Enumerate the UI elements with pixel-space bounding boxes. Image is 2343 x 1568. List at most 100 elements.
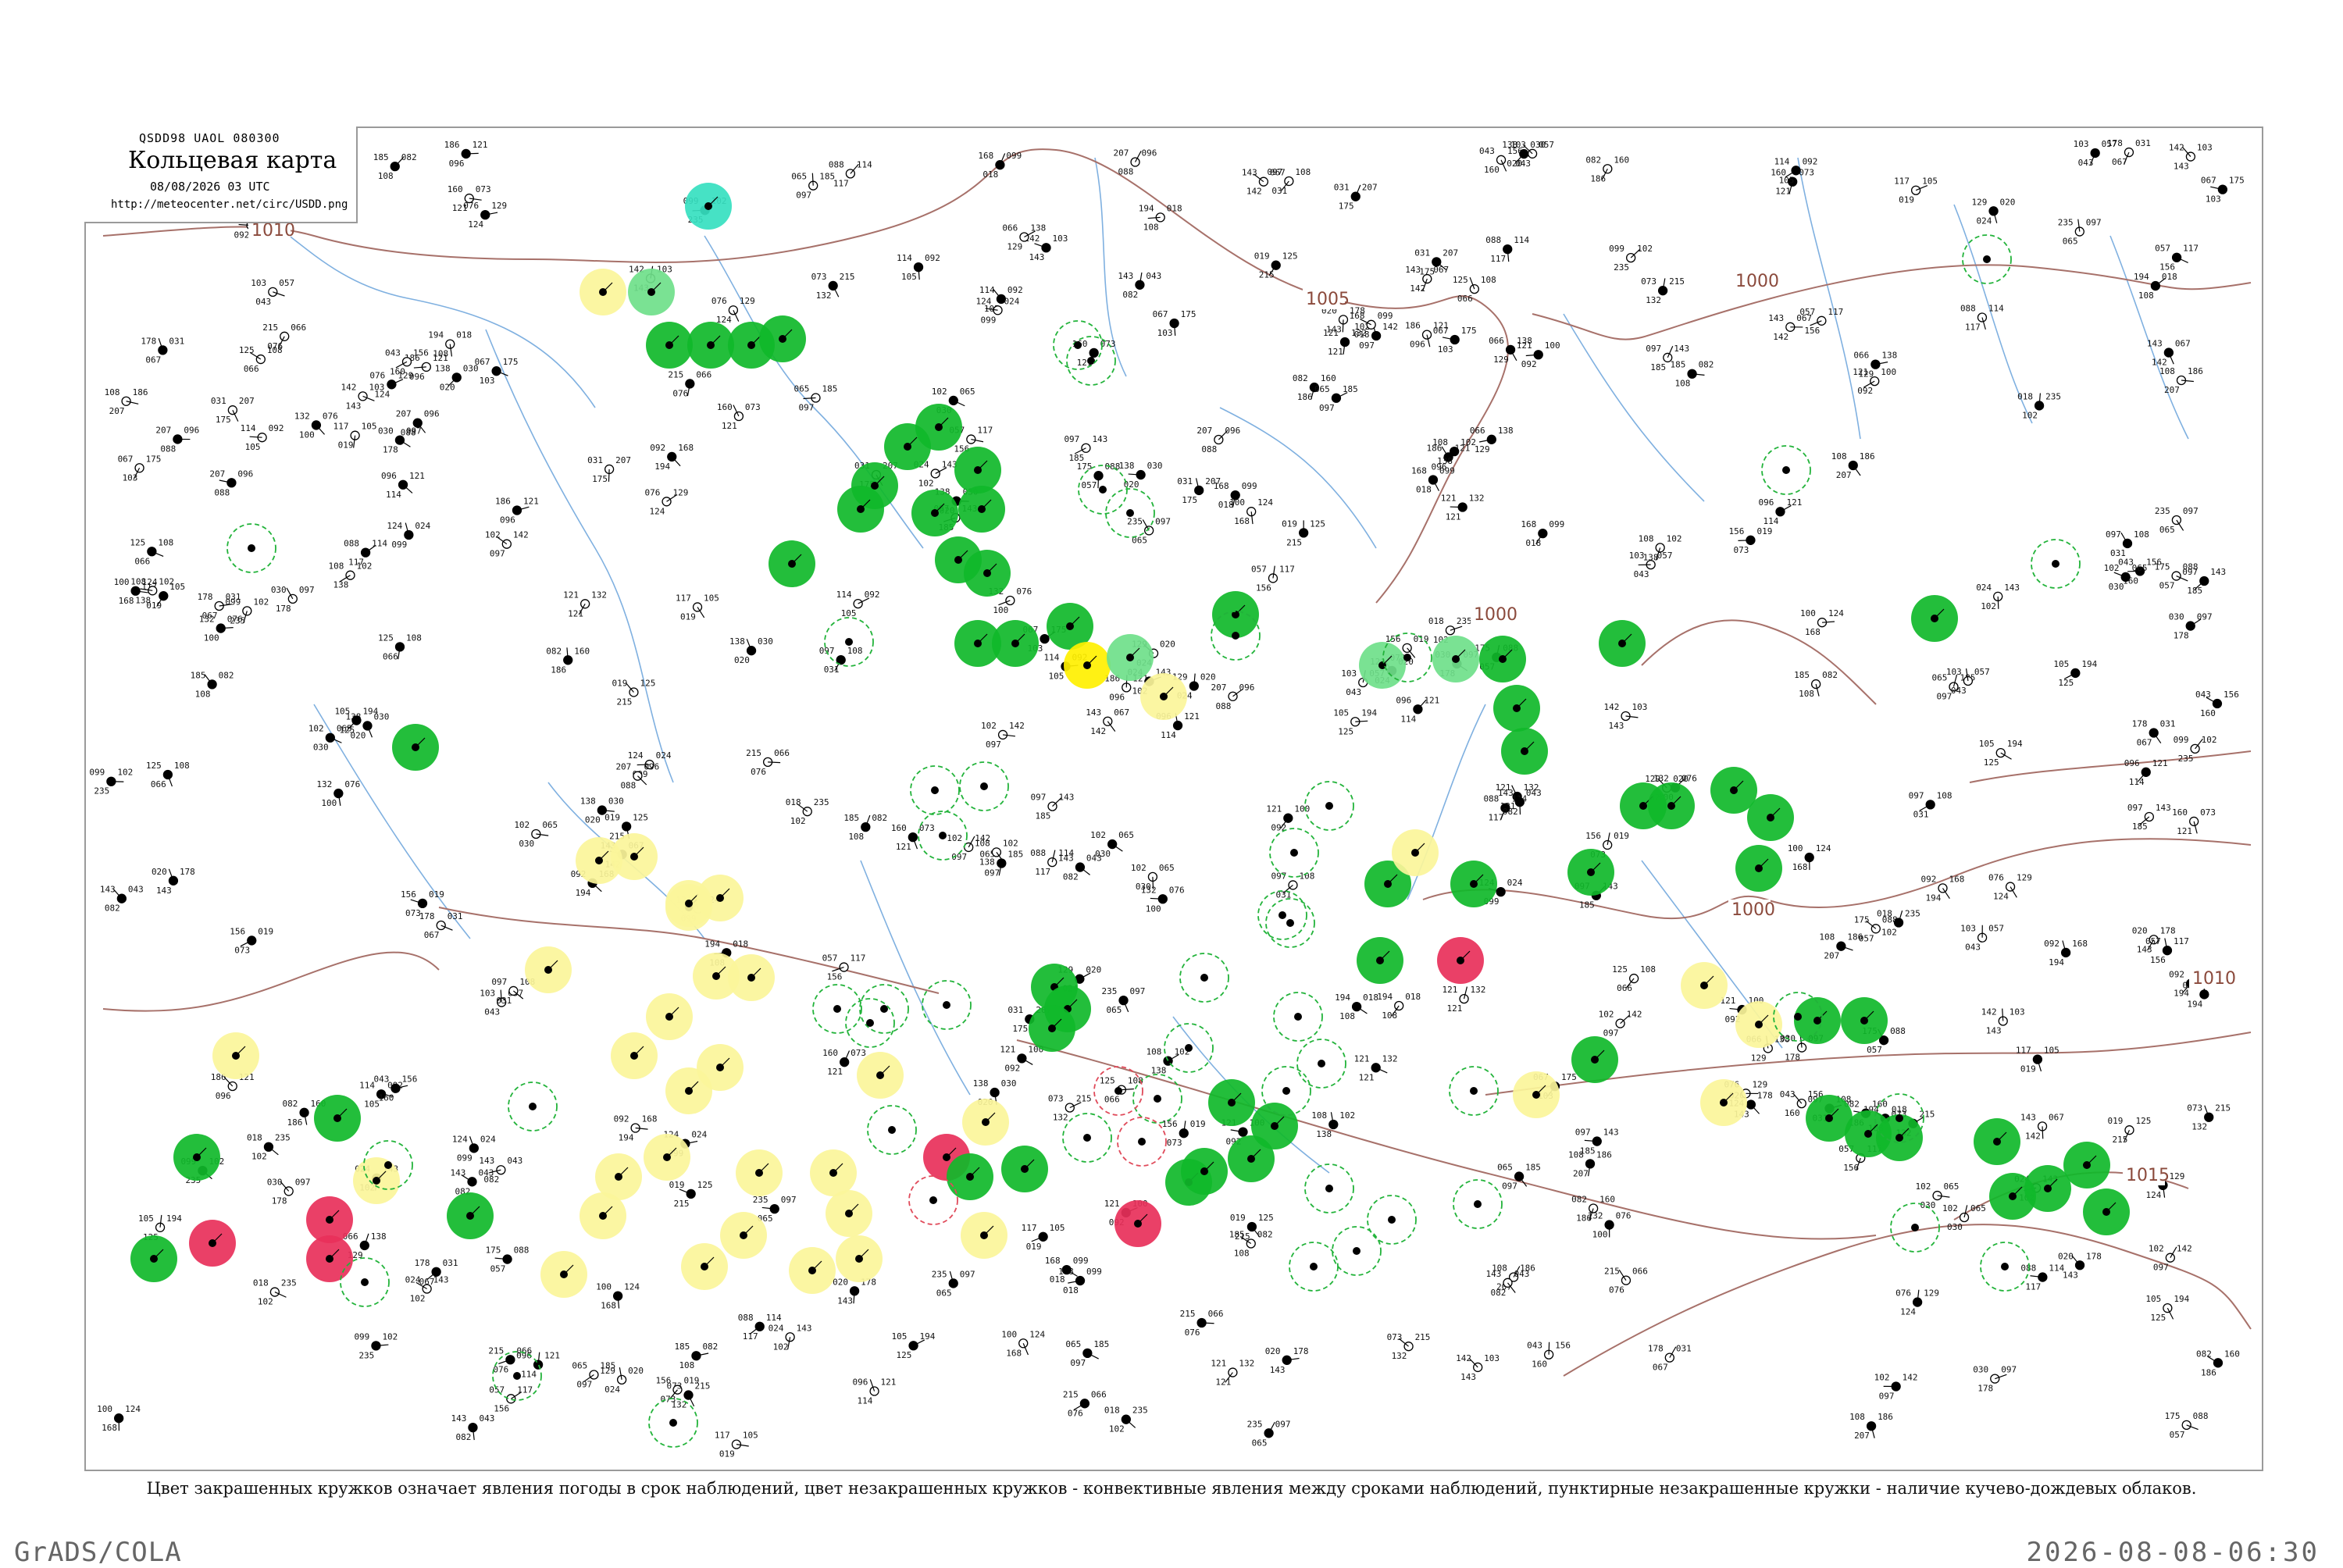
station-visibility: 065 [936,1288,952,1298]
station-marker: 097143185 [2127,803,2171,832]
station-visibility: 168 [119,596,134,606]
bulletin-code: QSDD98 UAOL 080300 [139,131,280,145]
station-tendency: 185 [1343,384,1358,394]
station-pressure: 117 [2016,1046,2031,1056]
station-pressure: 194 [1335,992,1350,1003]
station-pressure: 121 [1354,1053,1370,1064]
station-visibility: 132 [1392,1351,1407,1361]
station-tendency: 175 [146,454,162,464]
station-pressure: 019 [1230,1213,1246,1223]
station-marker: 092168194 [1920,874,1964,903]
station-circle [669,1419,677,1427]
station-tendency: 108 [406,633,422,643]
station-visibility: 108 [679,1360,694,1370]
station-pressure: 073 [1387,1332,1403,1342]
station-pressure: 103 [2074,139,2089,149]
station-tendency: 018 [456,330,472,340]
station-visibility: 143 [346,401,362,411]
station-visibility: 019 [1026,1242,1042,1252]
station-pressure: 097 [1031,793,1047,803]
station-marker: 117105019 [2016,1046,2059,1074]
station-pressure: 143 [451,1167,466,1178]
station-visibility: 030 [1095,849,1111,859]
station-tendency: 124 [1257,497,1273,508]
station-pressure: 142 [2169,143,2184,153]
station-tendency: 168 [678,443,694,453]
station-circle [1154,1095,1161,1103]
station-tendency: 076 [323,411,338,421]
station-tendency: 096 [1239,682,1255,693]
station-tendency: 020 [1086,965,1101,975]
station-tendency: 178 [2160,925,2176,935]
station-pressure: 065 [791,172,807,182]
station-pressure: 143 [2020,1112,2036,1122]
station-tendency: 108 [847,646,863,656]
station-visibility: 121 [722,421,737,431]
station-tendency: 105 [362,422,377,432]
station-tendency: 099 [1242,481,1257,491]
station-pressure: 186 [1405,321,1421,331]
station-visibility: 156 [2159,262,2175,273]
station-visibility: 108 [1143,222,1159,232]
station-pressure: 100 [97,1404,112,1414]
station-pressure: 102 [2104,563,2120,573]
station-tendency: 156 [402,1074,418,1085]
station-marker: 142103143 [2169,143,2213,172]
station-marker: 121100092 [1266,804,1310,833]
weather-circle [1648,782,1695,829]
station-pressure: 018 [1104,1406,1120,1416]
weather-circle [1432,636,1479,682]
map-url[interactable]: http://meteocenter.net/circ/USDD.png [111,198,348,211]
station-tendency: 143 [797,1323,812,1333]
station-tendency: 018 [1363,992,1378,1003]
station-pressure: 102 [308,724,324,734]
isobar-labels-layer: 1010100510001000100010101015 [248,220,2236,1185]
weather-circle [992,620,1039,667]
station-tendency: 030 [1530,140,1546,150]
weather-circle [1735,1001,1782,1048]
station-pressure: 178 [141,336,156,346]
station-visibility: 129 [1493,355,1509,365]
station-visibility: 121 [1447,1003,1463,1014]
station-marker: 178031067 [419,911,463,940]
station-tendency: 235 [1457,616,1472,626]
station-visibility: 066 [1104,1095,1120,1105]
station-pressure: 099 [1609,244,1624,254]
station-marker: 103057043 [1960,924,2004,953]
station-visibility: 088 [1118,167,1134,177]
station-pressure: 043 [374,1074,390,1085]
station-marker: 088114117 [1960,304,2004,333]
station-tendency: 124 [1816,843,1831,853]
station-visibility: 066 [244,364,259,374]
station-pressure: 097 [1271,871,1286,881]
weather-circle [836,1235,883,1282]
station-tendency: 117 [2174,936,2189,946]
station-tendency: 129 [1924,1288,1939,1299]
station-tendency: 066 [696,369,711,380]
station-visibility: 168 [1805,627,1821,637]
station-visibility: 097 [1319,403,1335,413]
station-tendency: 142 [1903,1372,1918,1382]
station-marker: 105194125 [1979,739,2023,768]
station-circle [2091,148,2099,157]
station-marker: 121100092 [1000,1044,1043,1073]
weather-circle [1479,636,1526,682]
station-visibility: 124 [1993,892,2009,902]
station-circle [529,1103,537,1110]
station-tendency: 076 [344,779,360,789]
weather-circle [1911,595,1958,642]
station-marker: 207096088 [209,469,253,497]
station-tendency: 117 [1828,307,1843,317]
station-visibility: 102 [258,1297,273,1307]
station-tendency: 065 [542,820,558,830]
weather-circle [736,1149,783,1196]
station-pressure: 073 [1641,276,1657,287]
station-tendency: 097 [295,1177,311,1187]
station-marker: 215066076 [1604,1267,1648,1295]
station-pressure: 108 [1432,437,1448,447]
cb-cloud-circle [909,1176,958,1224]
station-pressure: 102 [1131,863,1147,873]
station-visibility: 235 [2178,754,2194,764]
station-circle [929,1196,937,1204]
station-pressure: 117 [676,593,691,603]
